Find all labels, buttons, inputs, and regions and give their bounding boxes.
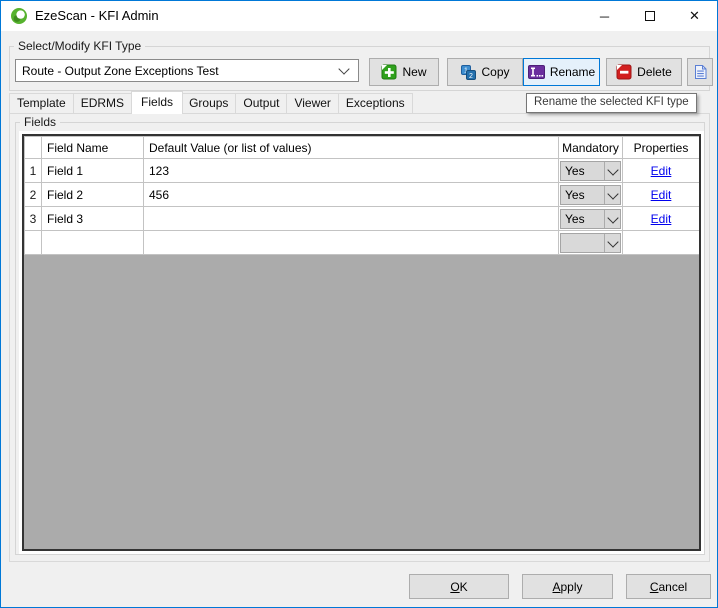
minimize-button[interactable]: ─ (582, 1, 627, 31)
edit-properties-link[interactable]: Edit (651, 164, 672, 178)
kfi-type-selected-value: Route - Output Zone Exceptions Test (16, 64, 340, 78)
default-value-cell[interactable] (144, 207, 559, 231)
rename-button-label: Rename (550, 65, 595, 79)
edit-properties-link[interactable]: Edit (651, 212, 672, 226)
column-header-field-name: Field Name (42, 137, 144, 159)
mandatory-dropdown[interactable]: Yes (560, 185, 621, 205)
fields-grid-body: Field Name Default Value (or list of val… (22, 134, 701, 551)
table-row: 3 Field 3 Yes Edit (25, 207, 700, 231)
rename-button[interactable]: Rename (523, 58, 600, 86)
minimize-icon: ─ (600, 9, 609, 24)
tab-exceptions[interactable]: Exceptions (339, 93, 413, 114)
row-selector[interactable] (25, 231, 42, 255)
chevron-down-icon (338, 63, 349, 74)
kfi-admin-window: EzeScan - KFI Admin ─ ✕ Select/Modify KF… (0, 0, 718, 608)
chevron-down-icon (604, 234, 620, 252)
apply-button[interactable]: Apply (522, 574, 613, 599)
kfi-type-group-label: Select/Modify KFI Type (14, 39, 145, 53)
kfi-tab-strip: Template EDRMS Fields Groups Output View… (9, 91, 413, 114)
mandatory-value: Yes (561, 210, 604, 228)
ezescan-logo-icon (10, 7, 28, 25)
table-row: 1 Field 1 123 Yes Edit (25, 159, 700, 183)
delete-button[interactable]: Delete (606, 58, 682, 86)
kfi-type-dropdown[interactable]: Route - Output Zone Exceptions Test (15, 59, 359, 82)
new-button-label: New (402, 65, 426, 79)
tab-viewer[interactable]: Viewer (287, 93, 338, 114)
copy-button-label: Copy (481, 65, 509, 79)
rename-icon (528, 65, 545, 79)
mandatory-value: Yes (561, 186, 604, 204)
field-name-cell[interactable] (42, 231, 144, 255)
chevron-down-icon (604, 162, 620, 180)
mandatory-dropdown[interactable] (560, 233, 621, 253)
mandatory-dropdown[interactable]: Yes (560, 209, 621, 229)
default-value-cell[interactable]: 123 (144, 159, 559, 183)
column-header-properties: Properties (623, 137, 700, 159)
delete-button-label: Delete (637, 65, 672, 79)
column-header-default-value: Default Value (or list of values) (144, 137, 559, 159)
kfi-properties-button[interactable] (687, 58, 713, 86)
cancel-button-label: Cancel (650, 580, 687, 594)
row-selector[interactable]: 1 (25, 159, 42, 183)
grid-header-row: Field Name Default Value (or list of val… (25, 137, 700, 159)
document-lines-icon (694, 64, 707, 80)
new-button[interactable]: New (369, 58, 439, 86)
edit-properties-link[interactable]: Edit (651, 188, 672, 202)
mandatory-value: Yes (561, 162, 604, 180)
tab-fields[interactable]: Fields (131, 91, 183, 114)
copy-button[interactable]: 1 2 Copy (447, 58, 523, 86)
chevron-down-icon (604, 186, 620, 204)
maximize-icon (645, 11, 655, 21)
svg-text:2: 2 (470, 73, 474, 80)
cancel-button[interactable]: Cancel (626, 574, 711, 599)
close-icon: ✕ (689, 8, 700, 24)
maximize-button[interactable] (627, 1, 672, 31)
ok-button[interactable]: OK (409, 574, 509, 599)
close-button[interactable]: ✕ (672, 1, 717, 31)
fields-grid: Field Name Default Value (or list of val… (19, 131, 704, 554)
row-selector[interactable]: 2 (25, 183, 42, 207)
row-header (25, 137, 42, 159)
table-row-new (25, 231, 700, 255)
apply-button-label: Apply (552, 580, 582, 594)
field-name-cell[interactable]: Field 2 (42, 183, 144, 207)
tab-output[interactable]: Output (236, 93, 287, 114)
row-selector[interactable]: 3 (25, 207, 42, 231)
tab-groups[interactable]: Groups (182, 93, 236, 114)
column-header-mandatory: Mandatory (559, 137, 623, 159)
chevron-down-icon (604, 210, 620, 228)
window-controls: ─ ✕ (582, 1, 717, 31)
mandatory-value (561, 234, 604, 252)
table-row: 2 Field 2 456 Yes Edit (25, 183, 700, 207)
ok-button-label: OK (450, 580, 467, 594)
rename-tooltip: Rename the selected KFI type (526, 93, 697, 113)
tab-template[interactable]: Template (9, 93, 74, 114)
mandatory-dropdown[interactable]: Yes (560, 161, 621, 181)
title-bar: EzeScan - KFI Admin ─ ✕ (1, 1, 717, 31)
delete-icon (616, 64, 632, 80)
default-value-cell[interactable] (144, 231, 559, 255)
tab-edrms[interactable]: EDRMS (74, 93, 132, 114)
window-title: EzeScan - KFI Admin (35, 1, 159, 31)
fields-group-label: Fields (20, 115, 60, 129)
new-document-icon (381, 64, 397, 80)
copy-icon: 1 2 (460, 64, 476, 80)
field-name-cell[interactable]: Field 3 (42, 207, 144, 231)
field-name-cell[interactable]: Field 1 (42, 159, 144, 183)
default-value-cell[interactable]: 456 (144, 183, 559, 207)
